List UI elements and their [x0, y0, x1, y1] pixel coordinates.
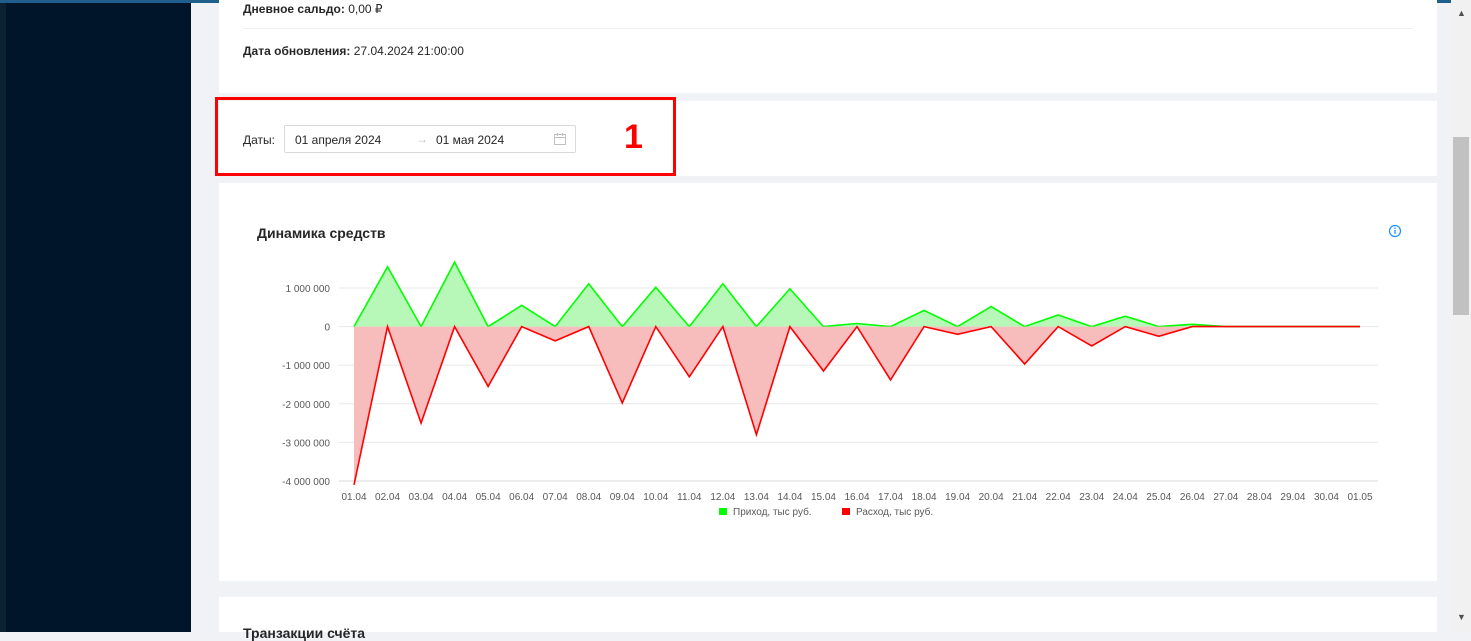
x-tick-label: 04.04	[442, 492, 467, 503]
scroll-up-arrow[interactable]: ▲	[1457, 8, 1466, 18]
x-tick-label: 30.04	[1314, 492, 1339, 503]
x-tick-label: 09.04	[610, 492, 635, 503]
x-tick-label: 17.04	[878, 492, 903, 503]
annotation-marker: 1	[624, 118, 643, 156]
x-tick-label: 23.04	[1079, 492, 1104, 503]
update-date-row: Дата обновления: 27.04.2024 21:00:00	[243, 44, 464, 58]
daily-balance-row: Дневное сальдо: 0,00 ₽	[243, 2, 383, 16]
daily-balance-value: 0,00 ₽	[348, 2, 382, 16]
x-tick-label: 22.04	[1046, 492, 1071, 503]
y-tick-label: -3 000 000	[282, 438, 330, 449]
scroll-thumb[interactable]	[1453, 137, 1469, 315]
x-tick-label: 18.04	[912, 492, 937, 503]
x-tick-label: 27.04	[1213, 492, 1238, 503]
x-tick-label: 29.04	[1280, 492, 1305, 503]
legend-label: Расход, тыс руб.	[856, 506, 933, 518]
account-info-card: Дневное сальдо: 0,00 ₽ Дата обновления: …	[219, 0, 1437, 93]
x-tick-label: 19.04	[945, 492, 970, 503]
legend-swatch	[842, 508, 850, 515]
x-tick-label: 20.04	[979, 492, 1004, 503]
y-tick-label: 0	[324, 323, 330, 334]
series-line-0	[354, 262, 1360, 326]
x-tick-label: 28.04	[1247, 492, 1272, 503]
scrollbar[interactable]: ▲ ▼	[1451, 0, 1471, 632]
divider	[243, 28, 1413, 29]
legend-swatch	[719, 508, 727, 515]
x-tick-label: 13.04	[744, 492, 769, 503]
x-tick-label: 10.04	[643, 492, 668, 503]
y-tick-label: -2 000 000	[282, 400, 330, 411]
sidebar-edge	[0, 3, 6, 632]
x-tick-label: 08.04	[576, 492, 601, 503]
x-tick-label: 12.04	[710, 492, 735, 503]
x-tick-label: 01.04	[341, 492, 366, 503]
y-tick-label: -4 000 000	[282, 477, 330, 488]
x-tick-label: 07.04	[543, 492, 568, 503]
x-tick-label: 16.04	[844, 492, 869, 503]
update-date-label: Дата обновления:	[243, 44, 350, 58]
sidebar	[0, 3, 191, 632]
daily-balance-label: Дневное сальдо:	[243, 2, 345, 16]
x-tick-label: 05.04	[476, 492, 501, 503]
annotation-highlight-box	[215, 97, 676, 176]
y-tick-label: 1 000 000	[286, 284, 331, 295]
transactions-title: Транзакции счёта	[243, 625, 365, 641]
x-tick-label: 11.04	[677, 492, 702, 503]
x-tick-label: 15.04	[811, 492, 836, 503]
series-area-1	[354, 327, 1360, 485]
x-tick-label: 25.04	[1146, 492, 1171, 503]
legend-label: Приход, тыс руб.	[733, 506, 812, 518]
x-tick-label: 06.04	[509, 492, 534, 503]
scroll-down-arrow[interactable]: ▼	[1457, 612, 1466, 622]
y-tick-label: -1 000 000	[282, 361, 330, 372]
transactions-card: Транзакции счёта	[219, 597, 1437, 632]
x-tick-label: 01.05	[1347, 492, 1372, 503]
x-tick-label: 21.04	[1012, 492, 1037, 503]
funds-dynamics-chart: 1 000 000 0 -1 000 000 -2 000 000 -3 000 000…	[219, 183, 1437, 581]
x-tick-label: 14.04	[777, 492, 802, 503]
x-tick-label: 26.04	[1180, 492, 1205, 503]
x-tick-label: 24.04	[1113, 492, 1138, 503]
update-date-value: 27.04.2024 21:00:00	[354, 44, 464, 58]
x-tick-label: 03.04	[409, 492, 434, 503]
x-tick-label: 02.04	[375, 492, 400, 503]
